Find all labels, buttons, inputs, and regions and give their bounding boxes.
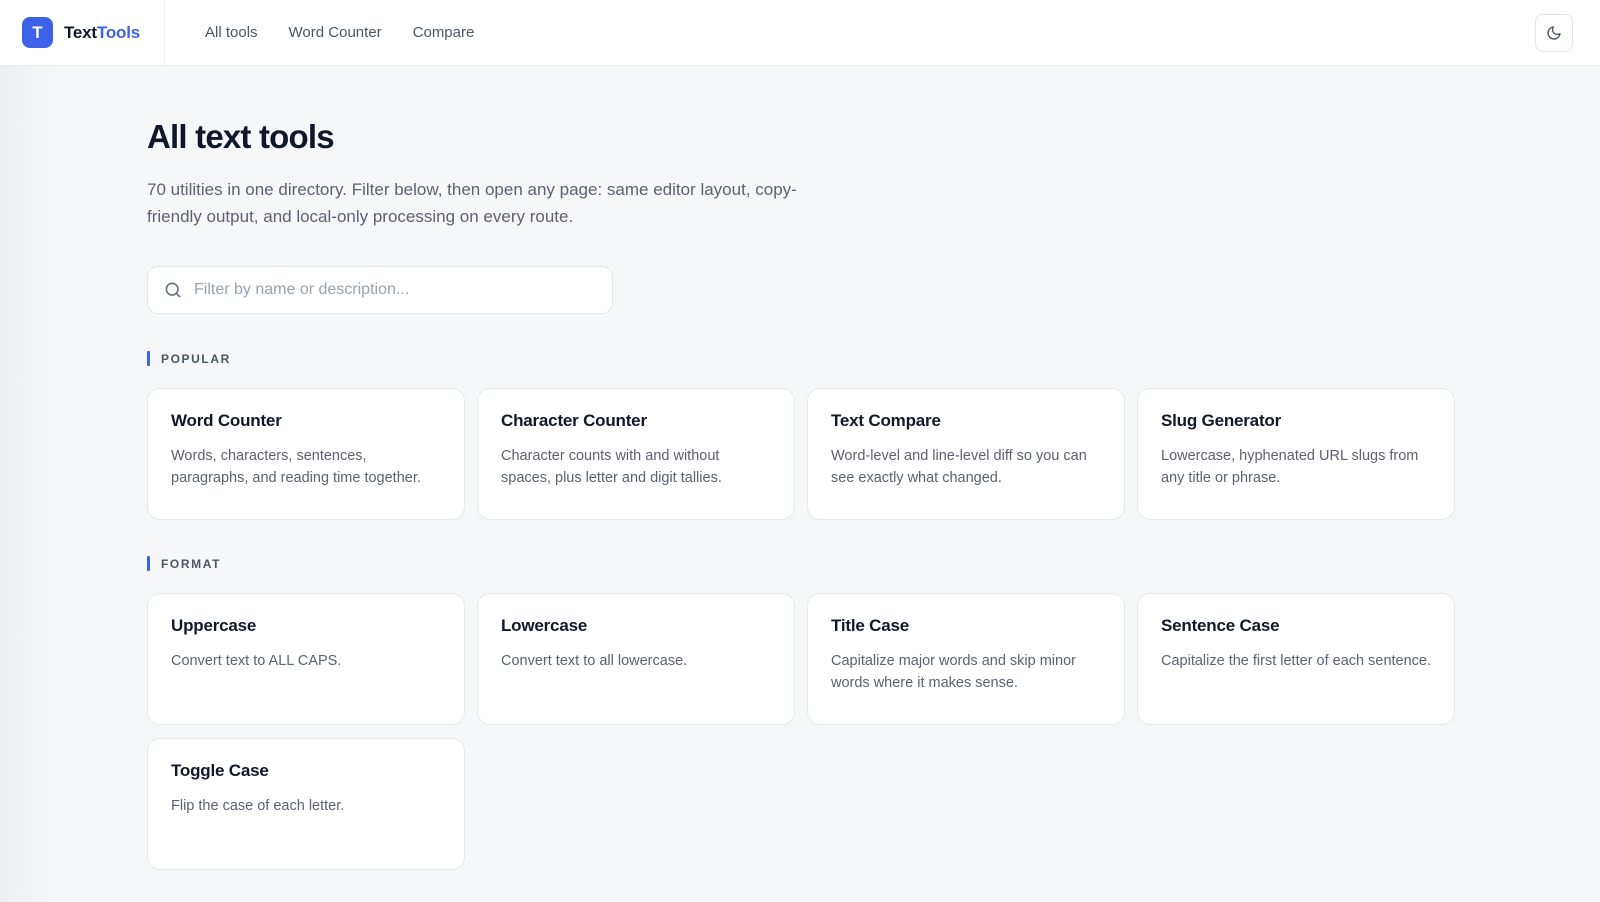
tool-card-toggle-case[interactable]: Toggle Case Flip the case of each letter…: [147, 738, 465, 870]
tool-card-sentence-case[interactable]: Sentence Case Capitalize the first lette…: [1137, 593, 1455, 725]
tool-card-title: Toggle Case: [171, 761, 269, 780]
nav-compare[interactable]: Compare: [413, 24, 475, 41]
nav-word-counter[interactable]: Word Counter: [289, 24, 382, 41]
tool-card-description: Flip the case of each letter.: [171, 798, 345, 814]
tool-card-title: Lowercase: [501, 616, 588, 635]
tool-card-description: Character counts with and without spaces…: [501, 448, 722, 486]
tool-card-title: Uppercase: [171, 616, 257, 635]
tool-card-title-case[interactable]: Title Case Capitalize major words and sk…: [807, 593, 1125, 725]
section-marker: [147, 556, 150, 571]
tool-card-title: Sentence Case: [1161, 616, 1280, 635]
main-content: All text tools 70 utilities in one direc…: [147, 66, 1457, 870]
brand[interactable]: T TextTools: [0, 0, 165, 66]
tool-card-slug-generator[interactable]: Slug Generator Lowercase, hyphenated URL…: [1137, 388, 1455, 520]
tool-card-text-compare[interactable]: Text Compare Word-level and line-level d…: [807, 388, 1125, 520]
nav-all-tools[interactable]: All tools: [205, 24, 258, 41]
brand-name: TextTools: [64, 23, 140, 43]
tool-card-description: Word-level and line-level diff so you ca…: [831, 448, 1087, 486]
intro-text: 70 utilities in one directory. Filter be…: [147, 180, 797, 226]
section-label: POPULAR: [147, 351, 1457, 366]
tool-card-uppercase[interactable]: Uppercase Convert text to ALL CAPS.: [147, 593, 465, 725]
brand-name-tools: Tools: [96, 22, 140, 42]
tool-card-title: Character Counter: [501, 411, 647, 430]
tool-grid: Word Counter Words, characters, sentence…: [147, 388, 1457, 520]
top-bar: T TextTools All tools Word Counter Compa…: [0, 0, 1600, 66]
tool-card-title: Text Compare: [831, 411, 941, 430]
theme-toggle-button[interactable]: [1535, 14, 1573, 52]
main-nav: All tools Word Counter Compare: [205, 24, 505, 41]
section-format: FORMAT Uppercase Convert text to ALL CAP…: [147, 556, 1457, 870]
brand-name-text: Text: [64, 22, 97, 42]
section-label: FORMAT: [147, 556, 1457, 571]
section-label-text: POPULAR: [161, 351, 231, 366]
search-icon: [165, 282, 181, 298]
tool-card-description: Convert text to ALL CAPS.: [171, 653, 342, 669]
tool-grid: Uppercase Convert text to ALL CAPS. Lowe…: [147, 593, 1457, 870]
section-popular: POPULAR Word Counter Words, characters, …: [147, 351, 1457, 520]
tool-card-description: Capitalize the first letter of each sent…: [1161, 653, 1432, 669]
logo-icon: T: [22, 17, 53, 48]
section-label-text: FORMAT: [161, 556, 222, 571]
tool-card-title: Slug Generator: [1161, 411, 1282, 430]
tool-card-title: Word Counter: [171, 411, 282, 430]
page-title: All text tools: [147, 118, 335, 155]
tool-card-character-counter[interactable]: Character Counter Character counts with …: [477, 388, 795, 520]
tool-card-description: Lowercase, hyphenated URL slugs from any…: [1161, 448, 1419, 486]
tool-card-description: Words, characters, sentences, paragraphs…: [171, 448, 421, 486]
tool-card-description: Convert text to all lowercase.: [501, 653, 688, 669]
tool-card-title: Title Case: [831, 616, 910, 635]
search-box[interactable]: [147, 266, 613, 314]
search-input[interactable]: [194, 281, 594, 299]
tool-card-description: Capitalize major words and skip minor wo…: [831, 653, 1076, 691]
moon-icon: [1547, 26, 1561, 40]
tool-card-word-counter[interactable]: Word Counter Words, characters, sentence…: [147, 388, 465, 520]
tool-card-lowercase[interactable]: Lowercase Convert text to all lowercase.: [477, 593, 795, 725]
section-marker: [147, 351, 150, 366]
